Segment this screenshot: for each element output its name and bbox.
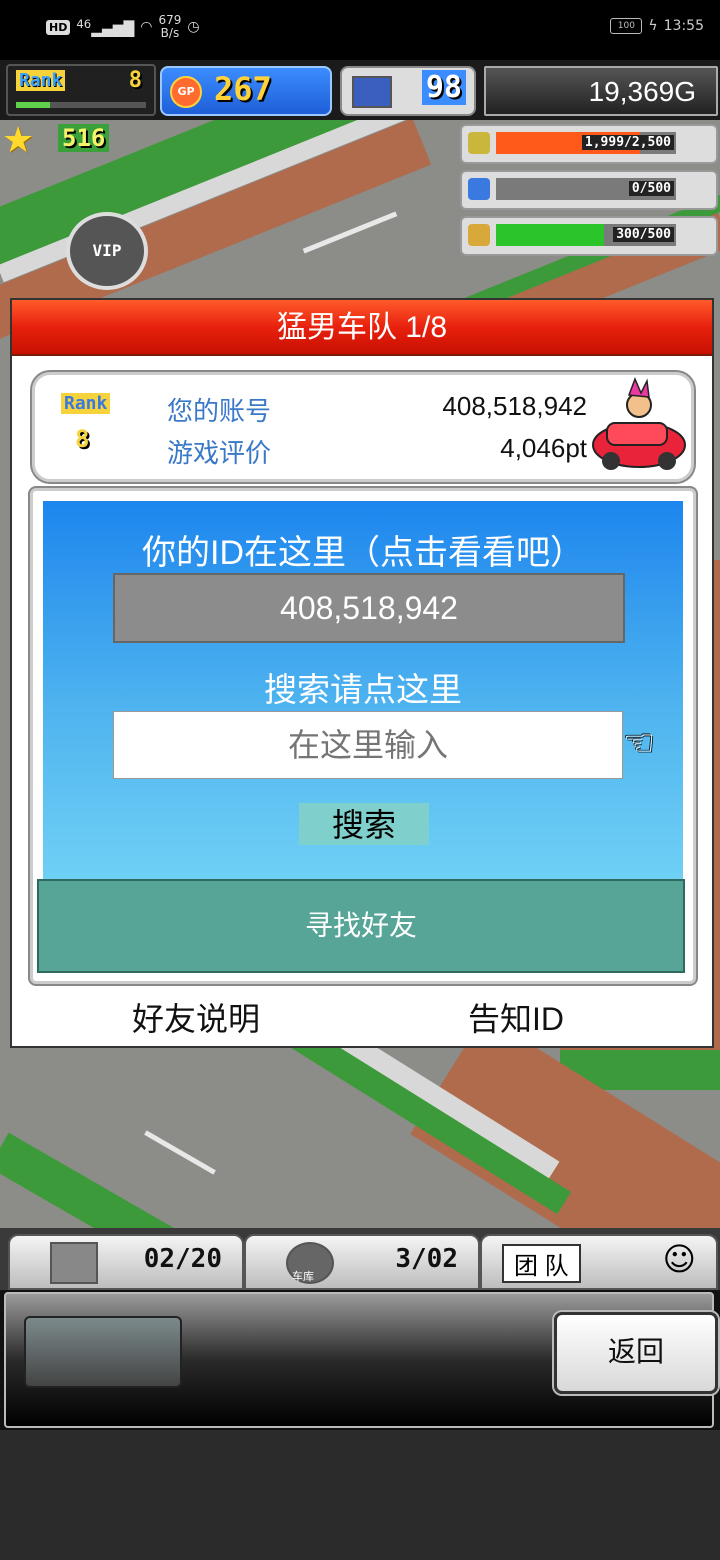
player-rank[interactable]: Rank 8: [6, 64, 156, 116]
net-speed-unit: B/s: [160, 26, 180, 40]
search-area: 你的ID在这里（点击看看吧） 408,518,942 搜索请点这里 ☜ 搜索: [43, 501, 683, 879]
charging-icon: ϟ: [648, 18, 658, 34]
wifi-icon: ◠: [140, 19, 153, 35]
tell-id-button[interactable]: 告知ID: [468, 994, 564, 1040]
money-value: 19,369G: [588, 76, 696, 107]
resource-text: 0/500: [628, 181, 674, 196]
bottom-frame: 返回: [4, 1292, 718, 1428]
vip-wheel-icon[interactable]: VIP: [66, 212, 148, 290]
crate-icon: [50, 1242, 98, 1284]
search-hint: 搜索请点这里: [264, 671, 462, 708]
signal-icon: 46▂▄▆█: [76, 16, 135, 38]
my-id-box[interactable]: 408,518,942: [113, 573, 625, 643]
account-value: 408,518,942: [442, 391, 587, 421]
tab-value: 02/20: [143, 1244, 222, 1274]
tab-label: 车库: [292, 1270, 314, 1283]
resource-text: 300/500: [613, 227, 674, 242]
gp-counter[interactable]: GP 267: [160, 66, 332, 116]
tab-label: 团 队: [502, 1244, 581, 1283]
tab-garage[interactable]: 车库 3/02: [244, 1234, 480, 1290]
rating-value: 4,046pt: [500, 433, 587, 463]
resource-coins: 1,999/2,500: [460, 124, 718, 164]
computer-counter[interactable]: 98: [340, 66, 476, 116]
resource-wheat: 300/500: [460, 216, 718, 256]
clock: 13:55: [663, 18, 704, 34]
tab-parts[interactable]: 02/20: [8, 1234, 244, 1290]
rank-value: 8: [75, 425, 90, 453]
rank-label: Rank: [61, 393, 111, 414]
star-counter: ★ 516: [0, 120, 150, 161]
resource-fuel: 0/500: [460, 170, 718, 210]
team-dialog: 猛男车队 1/8 Rank 8 您的账号 408,518,942 游戏评价 4,…: [10, 298, 714, 1048]
bottom-bar: 返回: [0, 1290, 720, 1430]
tab-team[interactable]: 团 队 ☺: [480, 1234, 718, 1290]
dialog-title: 猛男车队 1/8: [12, 300, 712, 356]
gp-icon: GP: [170, 76, 202, 108]
rank-label: Rank: [16, 70, 66, 91]
search-panel: 你的ID在这里（点击看看吧） 408,518,942 搜索请点这里 ☜ 搜索 寻…: [30, 488, 696, 984]
battery-icon: 100: [610, 18, 643, 34]
back-button[interactable]: 返回: [554, 1312, 718, 1394]
character-icon: ☺: [662, 1240, 696, 1278]
money-counter: 19,369G: [484, 66, 718, 116]
account-label: 您的账号: [167, 396, 272, 426]
search-button[interactable]: 搜索: [299, 803, 429, 845]
coin-stack-icon: [468, 132, 490, 154]
rating-label: 游戏评价: [167, 438, 272, 468]
search-input[interactable]: [113, 711, 623, 779]
computer-icon: [352, 76, 392, 108]
signal-label: 46: [76, 16, 92, 31]
account-card: Rank 8 您的账号 408,518,942 游戏评价 4,046pt: [32, 372, 694, 482]
resource-text: 1,999/2,500: [581, 135, 674, 150]
net-speed: 679 B/s: [158, 14, 181, 40]
tab-value: 3/02: [395, 1244, 458, 1274]
red-car-icon: [592, 376, 686, 470]
menu-button[interactable]: [24, 1316, 182, 1388]
gp-value: 267: [214, 70, 272, 108]
id-title: 你的ID在这里（点击看看吧）: [142, 534, 584, 572]
rank-progress-bar: [16, 102, 146, 108]
star-value: 516: [58, 124, 110, 152]
find-friend-button[interactable]: 寻找好友: [37, 879, 685, 973]
hd-badge: HD: [46, 19, 71, 35]
star-icon: ★: [2, 120, 35, 161]
top-hud: Rank 8 GP 267 98 19,369G: [0, 60, 720, 120]
computer-value: 98: [421, 70, 466, 105]
fuel-bottle-icon: [468, 178, 490, 200]
wheat-icon: [468, 224, 490, 246]
rank-value: 8: [128, 68, 142, 93]
timer-icon: ◷: [187, 19, 200, 35]
status-bar: HD 46▂▄▆█ ◠ 679 B/s ◷ 100 ϟ 13:55: [0, 0, 720, 60]
net-speed-value: 679: [158, 13, 182, 27]
bottom-tabs: 02/20 车库 3/02 团 队 ☺: [0, 1228, 720, 1292]
friend-help-button[interactable]: 好友说明: [132, 994, 260, 1040]
pointing-hand-icon: ☜: [623, 723, 656, 764]
